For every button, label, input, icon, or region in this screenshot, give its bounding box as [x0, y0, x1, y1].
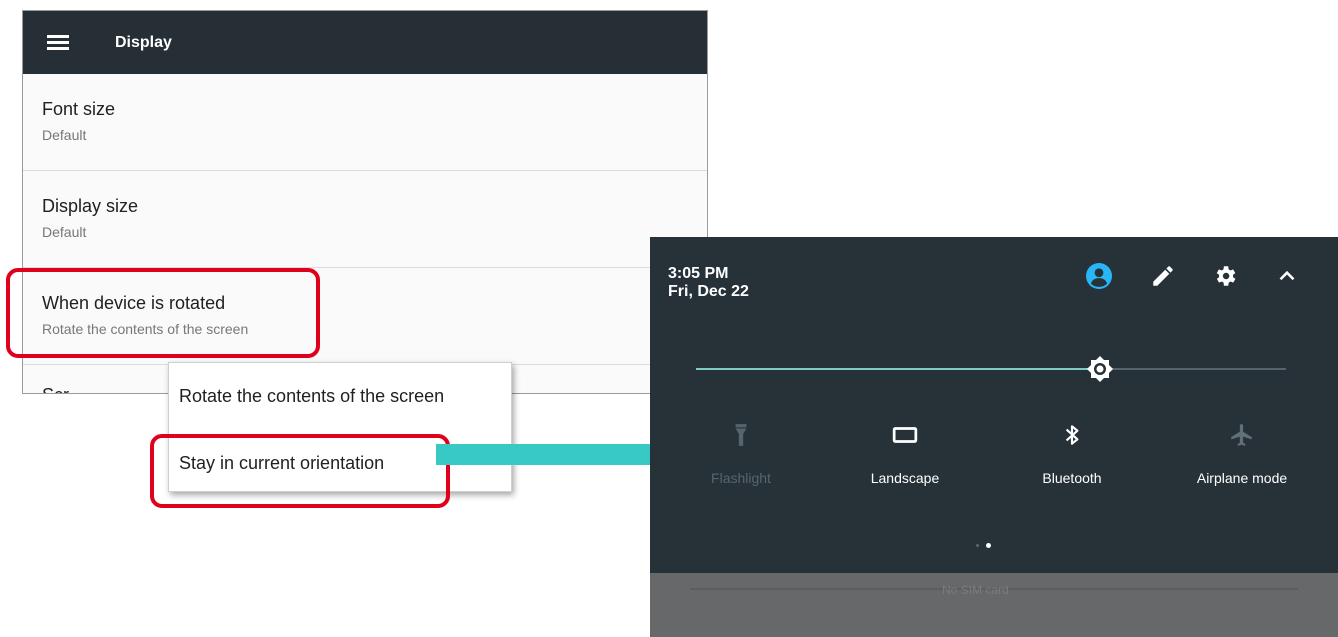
- edit-icon[interactable]: [1150, 263, 1176, 289]
- notification-shade-bottom: No SIM card: [650, 573, 1338, 637]
- bluetooth-icon: [1065, 425, 1079, 445]
- pref-display-size[interactable]: Display size Default: [23, 171, 707, 268]
- settings-icon[interactable]: [1212, 263, 1238, 289]
- brightness-slider-fill: [696, 368, 1098, 370]
- tile-flashlight[interactable]: Flashlight: [666, 422, 816, 486]
- account-icon[interactable]: [1086, 263, 1112, 289]
- menu-icon[interactable]: [47, 34, 69, 51]
- status-time: 3:05 PM: [668, 265, 729, 282]
- pref-summary: Default: [42, 127, 87, 143]
- carrier-text: No SIM card: [942, 583, 1009, 597]
- tile-label: Bluetooth: [1042, 470, 1102, 486]
- page-indicator-dot: [976, 544, 979, 547]
- pref-title: Display size: [42, 196, 139, 216]
- quick-settings-panel: 3:05 PM Fri, Dec 22 Flashlight Landscape: [650, 237, 1338, 637]
- pref-screen-saver-partial[interactable]: Scr: [42, 385, 69, 393]
- brightness-icon[interactable]: [1086, 355, 1114, 383]
- page-title: Display: [115, 33, 172, 51]
- tile-label: Landscape: [870, 470, 940, 486]
- pref-font-size[interactable]: Font size Default: [23, 74, 707, 171]
- collapse-icon[interactable]: [1274, 263, 1300, 289]
- flashlight-icon: [735, 424, 747, 446]
- highlight-stay-option: [150, 434, 450, 508]
- option-rotate-contents[interactable]: Rotate the contents of the screen: [179, 386, 444, 407]
- brightness-slider[interactable]: [696, 368, 1286, 370]
- landscape-icon: [892, 427, 918, 443]
- tile-label: Airplane mode: [1196, 470, 1288, 486]
- page-indicator-dot-active: [986, 543, 991, 548]
- highlight-rotation-pref: [6, 268, 320, 358]
- pref-title: Font size: [42, 99, 116, 119]
- airplane-icon: [1231, 424, 1252, 446]
- tile-landscape[interactable]: Landscape: [830, 422, 980, 486]
- tile-label: Flashlight: [711, 470, 771, 486]
- pref-summary: Default: [42, 224, 87, 240]
- status-date: Fri, Dec 22: [668, 283, 749, 300]
- tile-airplane-mode[interactable]: Airplane mode: [1167, 422, 1317, 486]
- tile-bluetooth[interactable]: Bluetooth: [997, 422, 1147, 486]
- app-toolbar: Display: [23, 11, 707, 74]
